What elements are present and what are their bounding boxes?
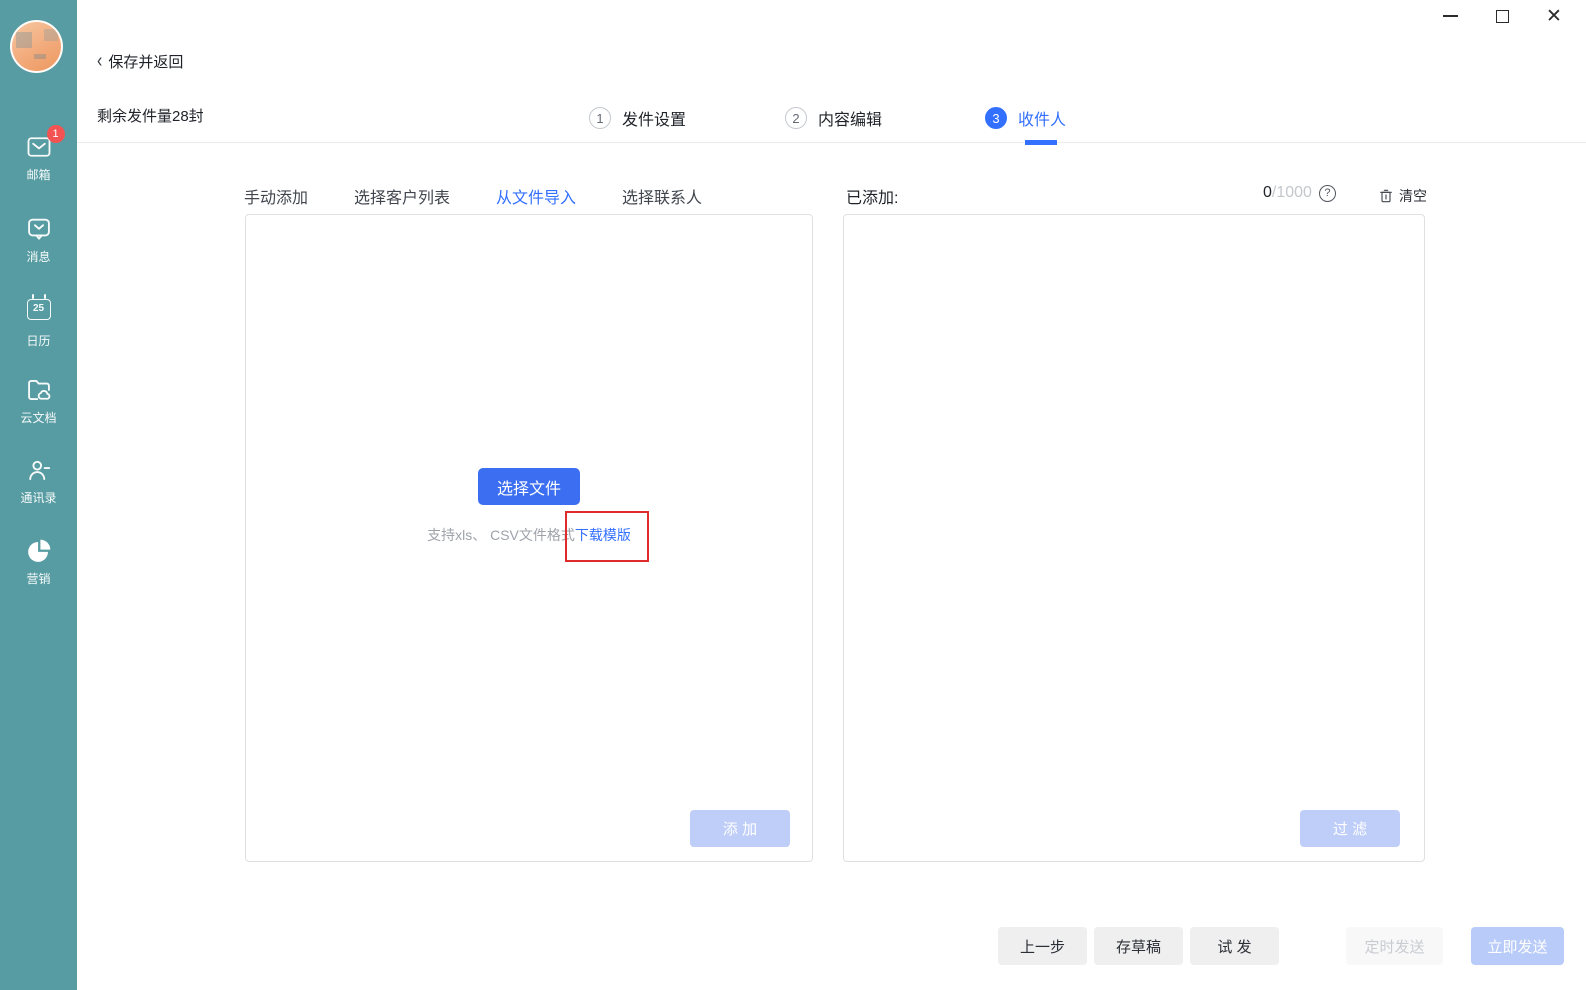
calendar-icon: 25: [25, 294, 53, 327]
close-button[interactable]: ✕: [1528, 0, 1580, 32]
help-icon[interactable]: ?: [1318, 184, 1336, 202]
scheduled-send-button[interactable]: 定时发送: [1346, 927, 1443, 965]
filter-button[interactable]: 过 滤: [1300, 810, 1400, 847]
sidebar-item-marketing[interactable]: 营销: [0, 537, 77, 587]
step-number: 1: [589, 107, 611, 129]
choose-file-button[interactable]: 选择文件: [478, 468, 580, 505]
sidebar-item-docs[interactable]: 云文档: [0, 376, 77, 426]
back-label: 保存并返回: [108, 54, 184, 71]
file-format-hint: 支持xls、 CSV文件格式: [427, 527, 575, 543]
header-divider: [77, 142, 1586, 143]
file-format-hint-row: 支持xls、 CSV文件格式下载模版: [245, 511, 813, 562]
app-window: 1 邮箱 消息 25 日历 云文档 通讯录 营销 ✕ ‹ 保存并返回 剩余发件量…: [0, 0, 1586, 990]
sidebar-item-label: 邮箱: [26, 168, 51, 182]
download-template-link[interactable]: 下载模版: [575, 527, 631, 543]
step-2-content-edit[interactable]: 2 内容编辑: [785, 106, 882, 130]
added-title: 已添加:: [846, 190, 899, 207]
sidebar-item-label: 日历: [26, 334, 51, 348]
tab-file-import[interactable]: 从文件导入: [496, 184, 576, 216]
sidebar-item-label: 消息: [26, 250, 51, 264]
added-count-value: 0: [1263, 184, 1272, 201]
save-draft-button[interactable]: 存草稿: [1094, 927, 1183, 965]
maximize-icon: [1495, 9, 1509, 23]
mail-icon: 1: [25, 125, 65, 161]
tab-manual-add[interactable]: 手动添加: [244, 184, 308, 216]
added-count: 0/1000 ?: [1263, 184, 1336, 202]
sidebar-item-label: 通讯录: [20, 491, 57, 505]
sidebar-item-label: 营销: [26, 572, 51, 586]
sidebar-item-messages[interactable]: 消息: [0, 215, 77, 265]
window-controls: ✕: [1424, 0, 1580, 32]
clear-label: 清空: [1399, 188, 1427, 204]
recipient-tabs: 手动添加 选择客户列表 从文件导入 选择联系人: [244, 184, 702, 216]
sidebar-item-mail[interactable]: 1 邮箱: [0, 125, 77, 183]
clear-button[interactable]: 清空: [1378, 186, 1427, 206]
sidebar-item-contacts[interactable]: 通讯录: [0, 456, 77, 506]
sidebar-item-label: 云文档: [20, 411, 57, 425]
close-icon: ✕: [1546, 5, 1562, 27]
minimize-button[interactable]: [1424, 0, 1476, 32]
step-number: 3: [985, 107, 1007, 129]
test-send-button[interactable]: 试 发: [1190, 927, 1279, 965]
chevron-left-icon: ‹: [97, 50, 103, 72]
step-1-send-settings[interactable]: 1 发件设置: [589, 106, 686, 130]
step-number: 2: [785, 107, 807, 129]
contacts-icon: [25, 456, 53, 484]
tab-customer-list[interactable]: 选择客户列表: [354, 184, 450, 216]
pie-chart-icon: [25, 537, 53, 565]
step-label: 收件人: [1018, 112, 1067, 129]
chat-icon: [25, 215, 53, 243]
send-now-button[interactable]: 立即发送: [1471, 927, 1564, 965]
minimize-icon: [1442, 15, 1458, 17]
active-step-underline: [1025, 140, 1057, 145]
unread-badge: 1: [46, 125, 65, 143]
added-recipients-panel: [843, 214, 1425, 862]
sidebar-item-calendar[interactable]: 25 日历: [0, 294, 77, 349]
back-link[interactable]: ‹ 保存并返回: [97, 50, 184, 72]
step-3-recipients[interactable]: 3 收件人: [985, 106, 1066, 130]
avatar[interactable]: [10, 20, 63, 73]
sidebar: 1 邮箱 消息 25 日历 云文档 通讯录 营销: [0, 0, 77, 990]
step-label: 内容编辑: [818, 112, 883, 129]
cloud-doc-icon: [25, 376, 53, 404]
tab-contacts[interactable]: 选择联系人: [622, 184, 702, 216]
trash-icon: [1380, 189, 1392, 203]
added-count-limit: /1000: [1271, 184, 1312, 201]
add-button[interactable]: 添 加: [690, 810, 790, 847]
maximize-button[interactable]: [1476, 0, 1528, 32]
previous-step-button[interactable]: 上一步: [998, 927, 1087, 965]
step-label: 发件设置: [622, 112, 687, 129]
remaining-quota-text: 剩余发件量28封: [97, 108, 204, 125]
calendar-day: 25: [32, 303, 45, 314]
